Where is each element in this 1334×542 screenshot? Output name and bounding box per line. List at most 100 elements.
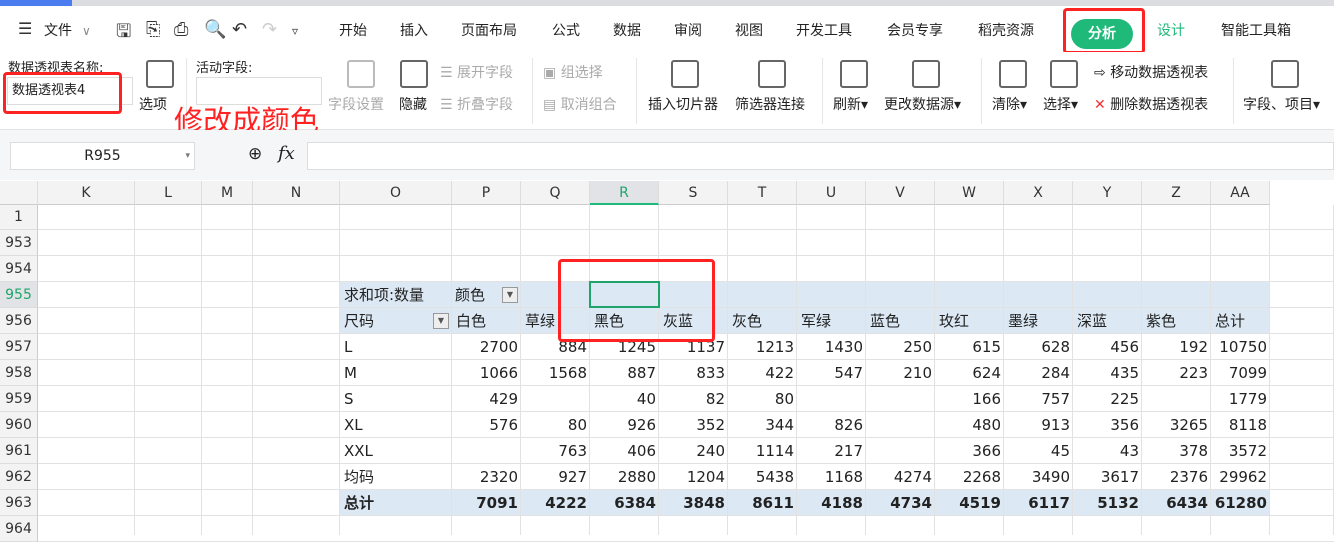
pivot-value-cell[interactable]: 210 — [866, 360, 932, 386]
pivot-value-cell[interactable]: 2700 — [452, 334, 518, 360]
column-header-R[interactable]: R — [590, 181, 659, 205]
tab-review[interactable]: 审阅 — [674, 20, 702, 40]
tab-developer[interactable]: 开发工具 — [796, 20, 852, 40]
formula-input[interactable] — [307, 142, 1334, 170]
hide-icon[interactable] — [400, 60, 428, 88]
pivot-value-cell[interactable]: 429 — [452, 386, 518, 412]
pivot-value-cell[interactable]: 3265 — [1142, 412, 1208, 438]
pivot-value-cell[interactable]: 366 — [935, 438, 1001, 464]
pivot-value-cell[interactable]: 435 — [1073, 360, 1139, 386]
filter-connection-icon[interactable] — [758, 60, 786, 88]
select-button[interactable]: 选择▾ — [1043, 94, 1078, 114]
pivot-value-cell[interactable]: 3572 — [1211, 438, 1267, 464]
chevron-down-icon[interactable]: ▾ — [185, 143, 190, 169]
pivot-value-cell[interactable]: 6384 — [590, 490, 656, 516]
refresh-button[interactable]: 刷新▾ — [833, 94, 868, 114]
pivot-value-cell[interactable]: 6117 — [1004, 490, 1070, 516]
row-header-1[interactable]: 1 — [0, 205, 38, 230]
pivot-value-cell[interactable]: 7099 — [1211, 360, 1267, 386]
column-header-Y[interactable]: Y — [1073, 181, 1142, 205]
change-source-icon[interactable] — [912, 60, 940, 88]
column-header-O[interactable]: O — [340, 181, 452, 205]
insert-slicer-button[interactable]: 插入切片器 — [648, 94, 718, 114]
move-pivot-button[interactable]: ⇨ 移动数据透视表 — [1094, 62, 1208, 82]
pivot-value-cell[interactable]: 1204 — [659, 464, 725, 490]
select-all-corner[interactable] — [0, 181, 38, 205]
pivot-value-cell[interactable]: 1168 — [797, 464, 863, 490]
pivot-value-cell[interactable]: 61280 — [1211, 490, 1267, 516]
pivot-value-cell[interactable]: 624 — [935, 360, 1001, 386]
pivot-value-cell[interactable]: 4188 — [797, 490, 863, 516]
pivot-value-cell[interactable]: 2320 — [452, 464, 518, 490]
clear-icon[interactable] — [999, 60, 1027, 88]
name-box[interactable]: R955 ▾ — [10, 142, 195, 170]
hide-button[interactable]: 隐藏 — [399, 94, 427, 114]
delete-pivot-button[interactable]: ✕ 删除数据透视表 — [1094, 94, 1208, 114]
pivot-value-cell[interactable]: 7091 — [452, 490, 518, 516]
column-header-X[interactable]: X — [1004, 181, 1073, 205]
pivot-value-cell[interactable]: 927 — [521, 464, 587, 490]
pivot-value-cell[interactable]: 4519 — [935, 490, 1001, 516]
fx-icon[interactable]: fx — [278, 143, 295, 164]
row-header-958[interactable]: 958 — [0, 360, 38, 386]
row-header-959[interactable]: 959 — [0, 386, 38, 412]
pivot-value-cell[interactable]: 2268 — [935, 464, 1001, 490]
pivot-value-cell[interactable]: 4734 — [866, 490, 932, 516]
row-header-956[interactable]: 956 — [0, 308, 38, 334]
column-header-AA[interactable]: AA — [1211, 181, 1270, 205]
pivot-value-cell[interactable]: 45 — [1004, 438, 1070, 464]
pivot-value-cell[interactable]: 926 — [590, 412, 656, 438]
pivot-value-cell[interactable]: 3617 — [1073, 464, 1139, 490]
tab-design[interactable]: 设计 — [1157, 20, 1185, 40]
row-header-954[interactable]: 954 — [0, 256, 38, 282]
pivot-value-cell[interactable]: 356 — [1073, 412, 1139, 438]
slicer-icon[interactable] — [671, 60, 699, 88]
print-preview-icon[interactable]: 🔍 — [204, 19, 226, 40]
customize-icon[interactable]: ▿ — [292, 24, 298, 38]
tab-formulas[interactable]: 公式 — [552, 20, 580, 40]
pivot-value-cell[interactable]: 456 — [1073, 334, 1139, 360]
pivot-value-cell[interactable]: 1066 — [452, 360, 518, 386]
pivot-value-cell[interactable]: 3848 — [659, 490, 725, 516]
tab-page-layout[interactable]: 页面布局 — [461, 20, 517, 40]
fields-items-icon[interactable] — [1271, 60, 1299, 88]
export-icon[interactable]: ⎘ — [146, 19, 160, 40]
row-header-962[interactable]: 962 — [0, 464, 38, 490]
undo-icon[interactable]: ↶ — [232, 19, 247, 40]
row-header-955[interactable]: 955 — [0, 282, 38, 308]
redo-icon[interactable]: ↷ — [262, 19, 277, 40]
spreadsheet-grid[interactable]: K L M N O P Q R S T U V W X Y Z AA 1 953 954 955 956 957 958 959… — [0, 181, 1334, 542]
column-header-T[interactable]: T — [728, 181, 797, 205]
pivot-value-cell[interactable]: 1568 — [521, 360, 587, 386]
chevron-down-icon[interactable]: ∨ — [82, 24, 91, 38]
pivot-value-cell[interactable]: 80 — [728, 386, 794, 412]
row-field-filter-dropdown[interactable]: ▼ — [433, 313, 449, 329]
pivot-value-cell[interactable]: 480 — [935, 412, 1001, 438]
group-selection-button[interactable]: ▣ 组选择 — [543, 62, 603, 82]
pivot-value-cell[interactable]: 5438 — [728, 464, 794, 490]
pivot-value-cell[interactable]: 378 — [1142, 438, 1208, 464]
pivot-value-cell[interactable]: 2880 — [590, 464, 656, 490]
pivot-value-cell[interactable]: 628 — [1004, 334, 1070, 360]
row-header-961[interactable]: 961 — [0, 438, 38, 464]
select-icon[interactable] — [1050, 60, 1078, 88]
filter-connections-button[interactable]: 筛选器连接 — [735, 94, 805, 114]
pivot-value-cell[interactable]: 8118 — [1211, 412, 1267, 438]
pivot-value-cell[interactable]: 40 — [590, 386, 656, 412]
column-header-P[interactable]: P — [452, 181, 521, 205]
tab-data[interactable]: 数据 — [613, 20, 641, 40]
pivot-value-cell[interactable]: 10750 — [1211, 334, 1267, 360]
pivot-value-cell[interactable]: 887 — [590, 360, 656, 386]
pivot-value-cell[interactable]: 2376 — [1142, 464, 1208, 490]
pivot-value-cell[interactable]: 8611 — [728, 490, 794, 516]
pivot-value-cell[interactable]: 240 — [659, 438, 725, 464]
col-field-filter-dropdown[interactable]: ▼ — [502, 287, 518, 303]
field-settings-button[interactable]: 字段设置 — [328, 94, 384, 114]
tab-home[interactable]: 开始 — [339, 20, 367, 40]
pivot-value-cell[interactable]: 406 — [590, 438, 656, 464]
pivot-value-cell[interactable]: 3490 — [1004, 464, 1070, 490]
column-header-S[interactable]: S — [659, 181, 728, 205]
column-header-U[interactable]: U — [797, 181, 866, 205]
column-header-M[interactable]: M — [202, 181, 253, 205]
clear-button[interactable]: 清除▾ — [992, 94, 1027, 114]
